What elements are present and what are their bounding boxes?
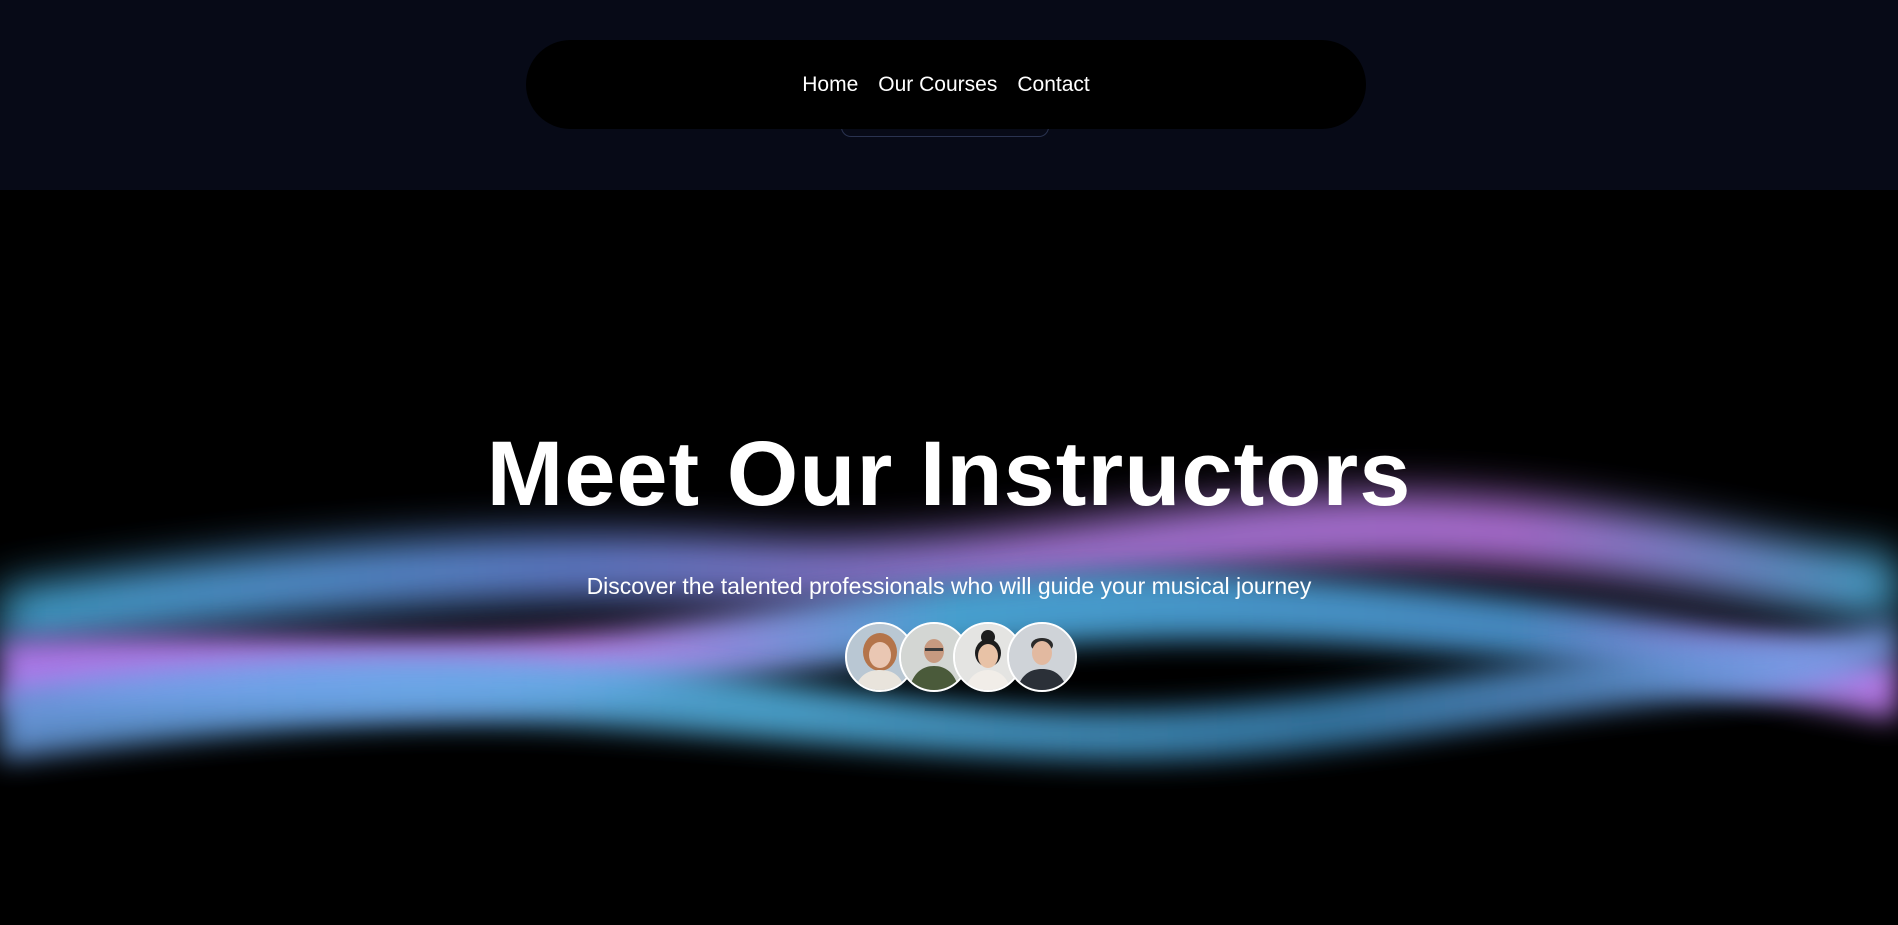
page-title: Meet Our Instructors — [486, 423, 1412, 525]
avatar-instructor-4[interactable] — [1007, 622, 1077, 692]
instructor-avatar-group — [845, 622, 1077, 692]
nav-link-home[interactable]: Home — [802, 73, 858, 97]
hero-section: Meet Our Instructors Discover the talent… — [0, 190, 1898, 925]
page: Home Our Courses Contact Meet Our Instru… — [0, 0, 1898, 925]
aurora-wave-background — [0, 494, 1898, 761]
navbar: Home Our Courses Contact — [526, 40, 1366, 129]
instructor-4-avatar-icon — [1009, 624, 1075, 690]
nav-link-our-courses[interactable]: Our Courses — [878, 73, 997, 97]
hero-subtitle: Discover the talented professionals who … — [586, 573, 1312, 599]
nav-link-contact[interactable]: Contact — [1017, 73, 1089, 97]
